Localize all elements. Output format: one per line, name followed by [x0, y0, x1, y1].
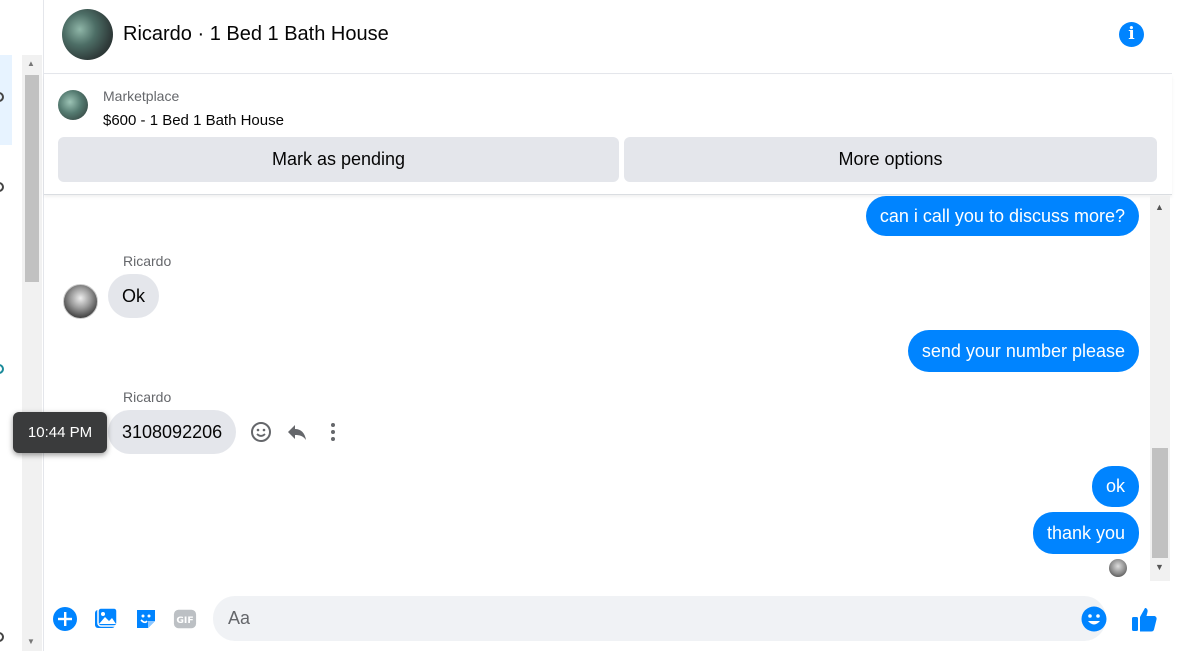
- conversation-list-scrollbar[interactable]: ▲ ▼: [22, 55, 42, 651]
- thumbs-up-icon[interactable]: [1130, 606, 1158, 634]
- info-icon[interactable]: i: [1119, 22, 1144, 47]
- mark-as-pending-button[interactable]: Mark as pending: [58, 137, 619, 182]
- marketplace-label: Marketplace: [103, 88, 180, 104]
- scroll-up-arrow-icon[interactable]: ▲: [1155, 202, 1164, 212]
- gif-label: GIF: [176, 615, 193, 626]
- read-receipt-avatar: [1109, 559, 1127, 577]
- emoji-icon[interactable]: [1081, 606, 1107, 632]
- scroll-up-arrow-icon[interactable]: ▲: [27, 59, 35, 68]
- message-bubble-incoming[interactable]: 3108092206: [108, 410, 237, 454]
- image-icon[interactable]: [94, 607, 118, 631]
- contact-avatar[interactable]: [62, 9, 113, 60]
- message-input[interactable]: [213, 596, 1053, 641]
- listing-thumbnail[interactable]: [58, 90, 88, 120]
- reply-icon[interactable]: [286, 421, 308, 443]
- conversation-avatar-edge[interactable]: [0, 182, 4, 192]
- scrollbar-thumb[interactable]: [25, 75, 39, 282]
- message-input-container[interactable]: [213, 596, 1106, 641]
- message-actions: [250, 421, 344, 443]
- message-bubble-outgoing[interactable]: ok: [1091, 466, 1139, 507]
- message-scrollbar[interactable]: ▲ ▼: [1150, 196, 1170, 581]
- listing-title[interactable]: $600 - 1 Bed 1 Bath House: [103, 112, 284, 129]
- message-bubble-outgoing[interactable]: thank you: [1032, 512, 1139, 554]
- timestamp-tooltip: 10:44 PM: [13, 412, 107, 453]
- conversation-avatar-edge[interactable]: [0, 364, 4, 374]
- composer-bar: GIF: [44, 581, 1178, 651]
- messenger-window: ▲ ▼ Ricardo · 1 Bed 1 Bath House i Marke…: [0, 0, 1178, 651]
- conversation-list-edge[interactable]: [0, 0, 22, 651]
- sticker-icon[interactable]: [134, 607, 158, 631]
- smile-icon[interactable]: [250, 421, 272, 443]
- message-bubble-outgoing[interactable]: can i call you to discuss more?: [865, 196, 1139, 236]
- message-thread: can i call you to discuss more? Ricardo …: [44, 196, 1150, 581]
- scrollbar-thumb[interactable]: [1152, 448, 1168, 558]
- more-vertical-icon[interactable]: [322, 421, 344, 443]
- sender-name: Ricardo: [123, 389, 172, 405]
- more-options-button[interactable]: More options: [624, 137, 1157, 182]
- message-bubble-outgoing[interactable]: send your number please: [907, 330, 1139, 372]
- scroll-down-arrow-icon[interactable]: ▼: [27, 637, 35, 646]
- message-bubble-incoming[interactable]: Ok: [108, 274, 160, 318]
- gif-icon[interactable]: GIF: [173, 607, 197, 631]
- plus-icon[interactable]: [53, 607, 77, 631]
- conversation-avatar-edge[interactable]: [0, 632, 4, 642]
- marketplace-panel: Marketplace $600 - 1 Bed 1 Bath House Ma…: [44, 75, 1172, 195]
- sender-avatar[interactable]: [63, 284, 98, 319]
- chat-header: Ricardo · 1 Bed 1 Bath House i: [44, 0, 1172, 74]
- sender-name: Ricardo: [123, 253, 172, 269]
- chat-title[interactable]: Ricardo · 1 Bed 1 Bath House: [123, 23, 389, 46]
- scroll-down-arrow-icon[interactable]: ▼: [1155, 562, 1164, 572]
